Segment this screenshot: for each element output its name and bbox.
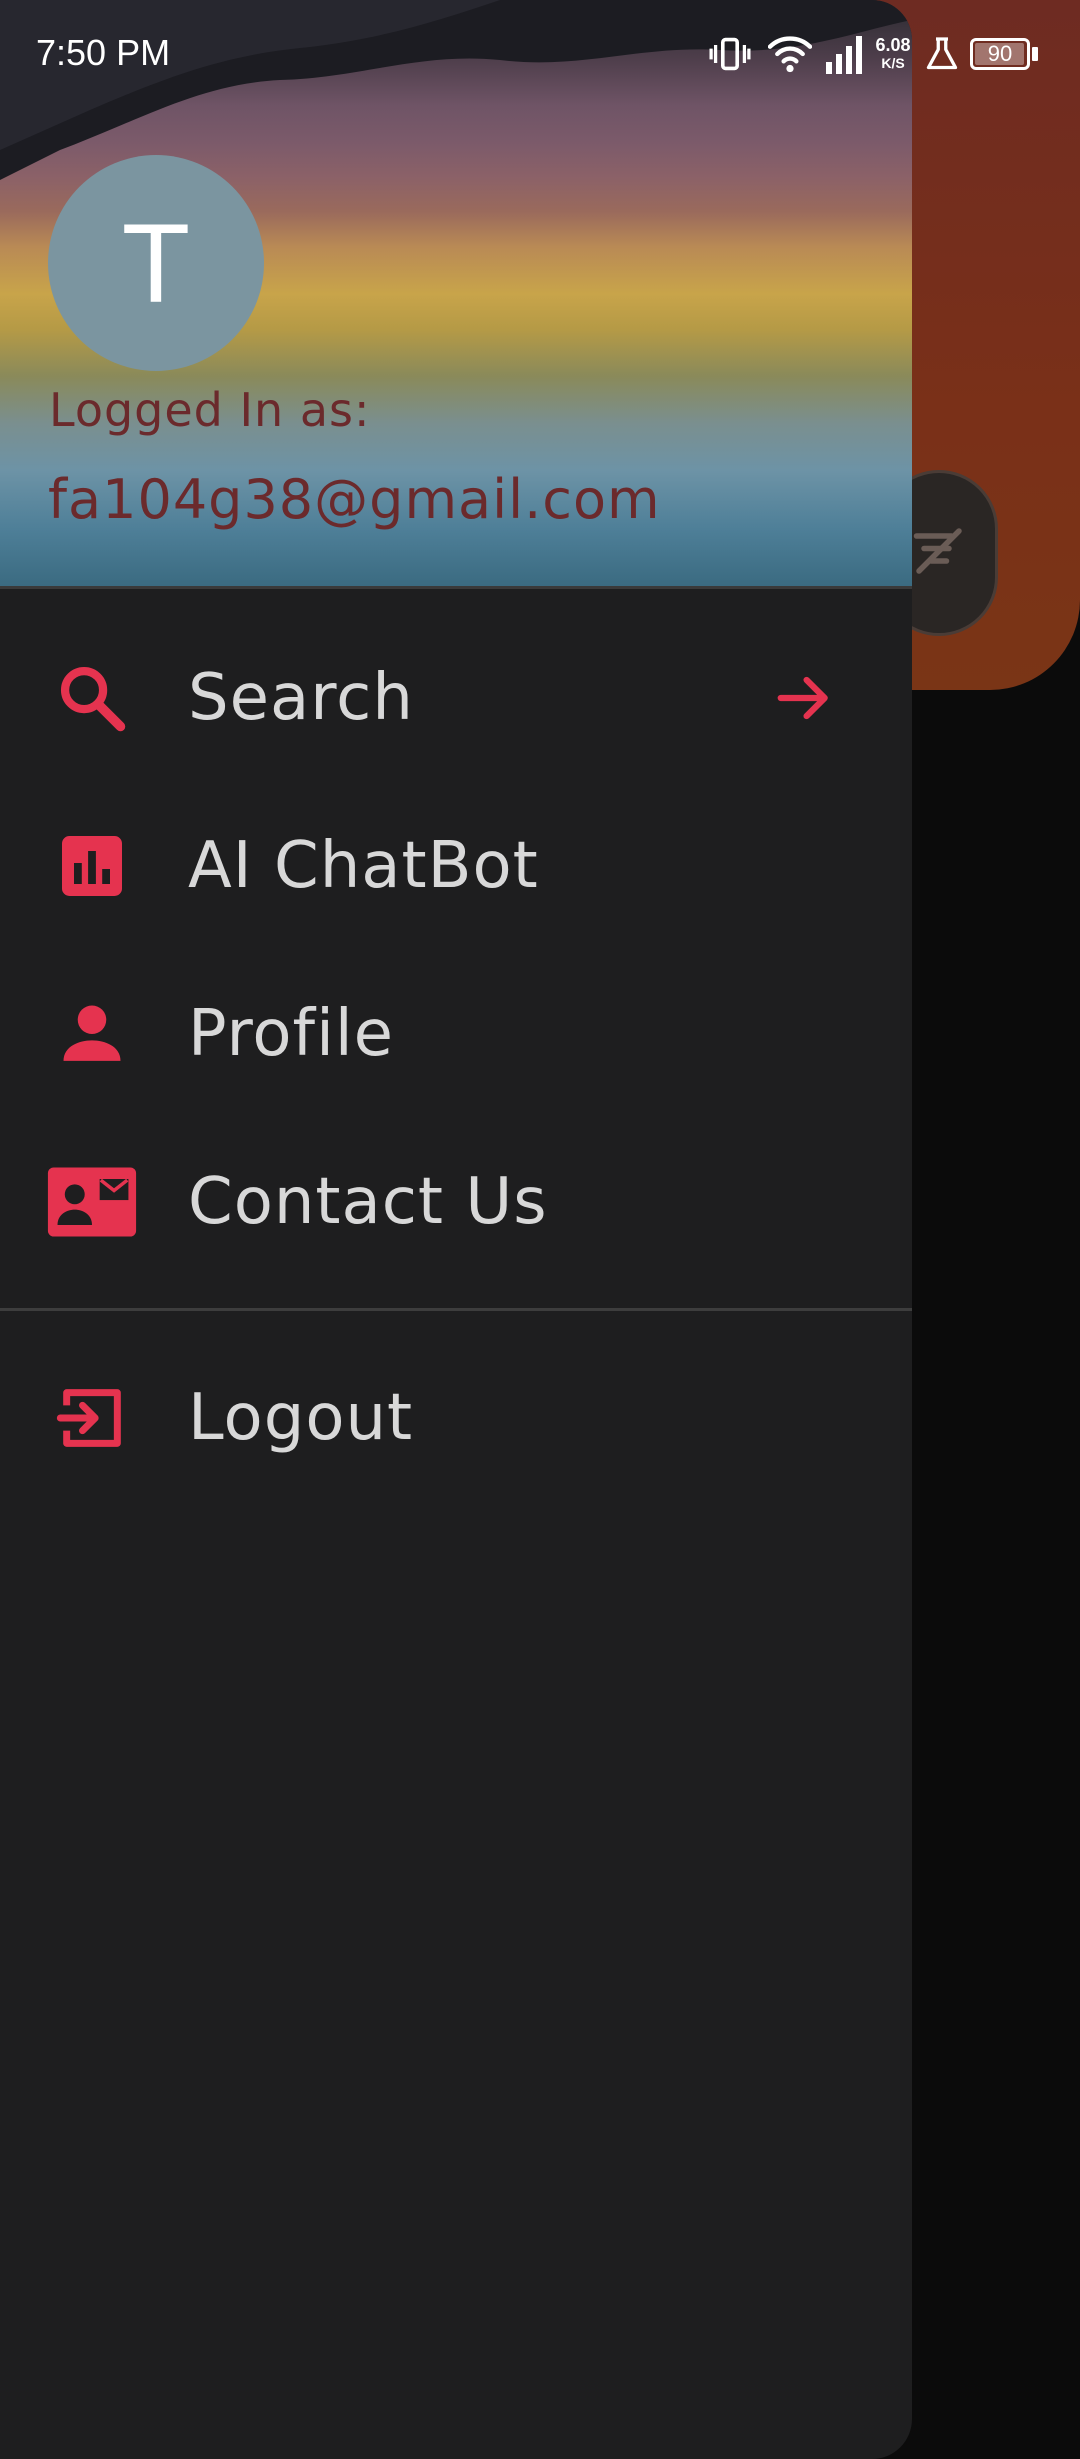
battery-cap <box>1032 47 1038 61</box>
menu-divider <box>0 1308 912 1311</box>
menu-label-contact-us: Contact Us <box>188 1165 548 1239</box>
person-icon <box>46 988 138 1080</box>
wifi-icon <box>767 34 813 79</box>
menu-item-profile[interactable]: Profile <box>0 950 912 1118</box>
signal-icon <box>824 34 864 79</box>
net-speed-value: 6.08 <box>875 35 911 55</box>
net-speed: 6.08 K/S <box>872 36 914 72</box>
header-divider <box>0 586 912 589</box>
menu-item-ai-chatbot[interactable]: AI ChatBot <box>0 782 912 950</box>
avatar[interactable]: T <box>48 155 264 371</box>
menu-label-profile: Profile <box>188 997 394 1071</box>
lab-icon <box>924 36 960 77</box>
user-email: fa104g38@gmail.com <box>48 468 661 531</box>
avatar-letter: T <box>121 200 191 326</box>
menu-label-ai-chatbot: AI ChatBot <box>188 829 539 903</box>
battery-icon: 90 <box>970 38 1030 70</box>
search-icon <box>46 652 138 744</box>
vibrate-icon <box>708 36 752 77</box>
status-time: 7:50 PM <box>36 32 171 73</box>
menu-item-search[interactable]: Search <box>0 614 912 782</box>
menu-item-logout[interactable]: Logout <box>0 1334 912 1502</box>
net-speed-unit: K/S <box>881 55 905 71</box>
status-bar: 7:50 PM 6.08 K/S 90 <box>0 0 1080 110</box>
contact-card-icon <box>46 1156 138 1248</box>
filter-off-icon <box>909 521 969 586</box>
logout-icon <box>46 1372 138 1464</box>
chart-box-icon <box>46 820 138 912</box>
logged-in-label: Logged In as: <box>49 383 371 437</box>
menu-label-search: Search <box>188 661 414 735</box>
navigation-drawer: T Logged In as: fa104g38@gmail.com Searc… <box>0 0 912 2459</box>
menu-item-contact-us[interactable]: Contact Us <box>0 1118 912 1286</box>
menu-label-logout: Logout <box>188 1381 414 1455</box>
arrow-right-icon[interactable] <box>770 664 838 732</box>
battery-level: 90 <box>987 41 1013 66</box>
